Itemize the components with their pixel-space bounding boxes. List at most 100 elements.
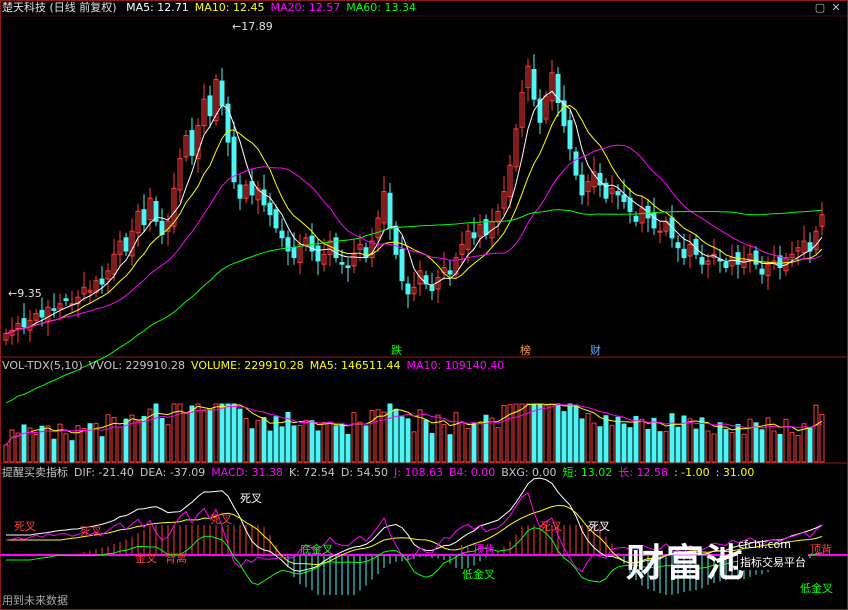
brand-name: 财富池 (626, 541, 747, 585)
candle-body (657, 230, 663, 233)
volume-bar (321, 422, 327, 463)
stock-title: 楚天科技 (日线 前复权) (2, 1, 117, 14)
volume-bar (813, 404, 819, 463)
candle-body (633, 215, 639, 222)
candle-body (723, 262, 729, 268)
brand-url: cfchi.com (738, 538, 791, 551)
volume-value-4: MA10: 109140.40 (406, 359, 505, 372)
volume-bar (213, 403, 219, 463)
volume-bar (579, 418, 585, 463)
volume-bar (159, 418, 165, 463)
volume-bar (411, 431, 417, 463)
volume-bar (633, 415, 639, 463)
volume-bar (9, 429, 15, 463)
volume-bar (309, 420, 315, 463)
candle-body (405, 283, 411, 295)
volume-bar (699, 417, 705, 463)
candle-body (447, 270, 453, 275)
volume-bar (255, 419, 261, 463)
volume-bar (591, 422, 597, 463)
volume-bar (105, 414, 111, 463)
brand-tagline: 指标交易平台 (738, 554, 808, 570)
candle-body (315, 245, 321, 262)
candle-body (579, 174, 585, 196)
volume-bar (285, 412, 291, 463)
candle-body (681, 248, 687, 259)
volume-bar (3, 444, 9, 463)
indicator-value-5: D: 54.50 (340, 466, 389, 479)
candle-body (189, 130, 195, 156)
volume-value-2: VOLUME: 229910.28 (191, 359, 304, 372)
volume-bar (675, 426, 681, 463)
candle-body (699, 257, 705, 265)
volume-bar (141, 416, 147, 463)
volume-value-3: MA5: 146511.44 (309, 359, 401, 372)
close-icon[interactable]: ✕ (830, 2, 842, 14)
volume-bar (741, 433, 747, 463)
signal-label: 死叉 (80, 525, 102, 538)
candle-body (573, 151, 579, 176)
volume-bar (81, 428, 87, 463)
candle-body (207, 95, 213, 117)
indicator-value-6: J: 108.63 (394, 466, 443, 479)
volume-bar (537, 403, 543, 463)
volume-bar (135, 420, 141, 463)
indicator-value-4: K: 72.54 (288, 466, 335, 479)
candle-body (63, 298, 69, 302)
candle-body (567, 120, 573, 150)
footer-note: 用到未来数据 (2, 594, 68, 607)
candle-body (273, 209, 279, 229)
candle-body (651, 212, 657, 229)
volume-bar (453, 412, 459, 463)
candle-body (285, 237, 291, 252)
volume-bar (423, 419, 429, 463)
volume-bar (243, 418, 249, 463)
volume-bar (75, 425, 81, 463)
indicator-value-7: B4: 0.00 (448, 466, 496, 479)
candle-body (219, 80, 225, 107)
candle-body (279, 230, 285, 239)
volume-bar (753, 422, 759, 463)
volume-bar (747, 418, 753, 463)
candle-body (249, 181, 255, 196)
ma-value-2: MA20: 12.57 (270, 1, 341, 14)
volume-bar (315, 430, 321, 463)
volume-bar (279, 426, 285, 463)
candle-body (21, 318, 27, 328)
volume-bar (189, 405, 195, 463)
volume-bar (519, 403, 525, 463)
candle-body (675, 242, 681, 249)
chart-frame (0, 0, 848, 610)
volume-bar (705, 430, 711, 463)
candle-body (237, 184, 243, 199)
event-marker: 财 (590, 343, 601, 357)
volume-bar (183, 413, 189, 463)
indicator-value-1: DIF: -21.40 (74, 466, 134, 479)
volume-bar (441, 424, 447, 463)
minimize-icon[interactable]: ▢ (814, 2, 826, 14)
volume-bar (429, 433, 435, 463)
candle-body (123, 237, 129, 252)
indicator-value-8: BXG: 0.00 (501, 466, 557, 479)
volume-bar (177, 403, 183, 463)
volume-bar (15, 432, 21, 463)
candle-body (429, 285, 435, 292)
volume-bar (651, 417, 657, 463)
volume-bar (33, 433, 39, 463)
indicator-value-9: 短: 13.02 (562, 466, 613, 479)
volume-bar (615, 416, 621, 463)
volume-bar (723, 429, 729, 463)
stock-chart[interactable]: ←17.89←9.35跌榜财死叉 死叉金叉 背离死叉死叉底金叉 LI 顶背低金叉死叉死… (0, 0, 848, 610)
volume-bar (657, 431, 663, 463)
candle-body (231, 136, 237, 183)
volume-bar (225, 403, 231, 463)
signal-label: 死叉 (210, 513, 232, 526)
volume-bar (351, 412, 357, 463)
volume-value-1: VVOL: 229910.28 (88, 359, 186, 372)
high-price-label: ←17.89 (232, 20, 273, 33)
volume-bar (597, 426, 603, 463)
candle-body (339, 262, 345, 265)
price-header: 楚天科技 (日线 前复权) MA5: 12.71 MA10: 12.45 MA20:… (0, 0, 428, 16)
volume-bar (291, 425, 297, 463)
candle-body (471, 232, 477, 239)
